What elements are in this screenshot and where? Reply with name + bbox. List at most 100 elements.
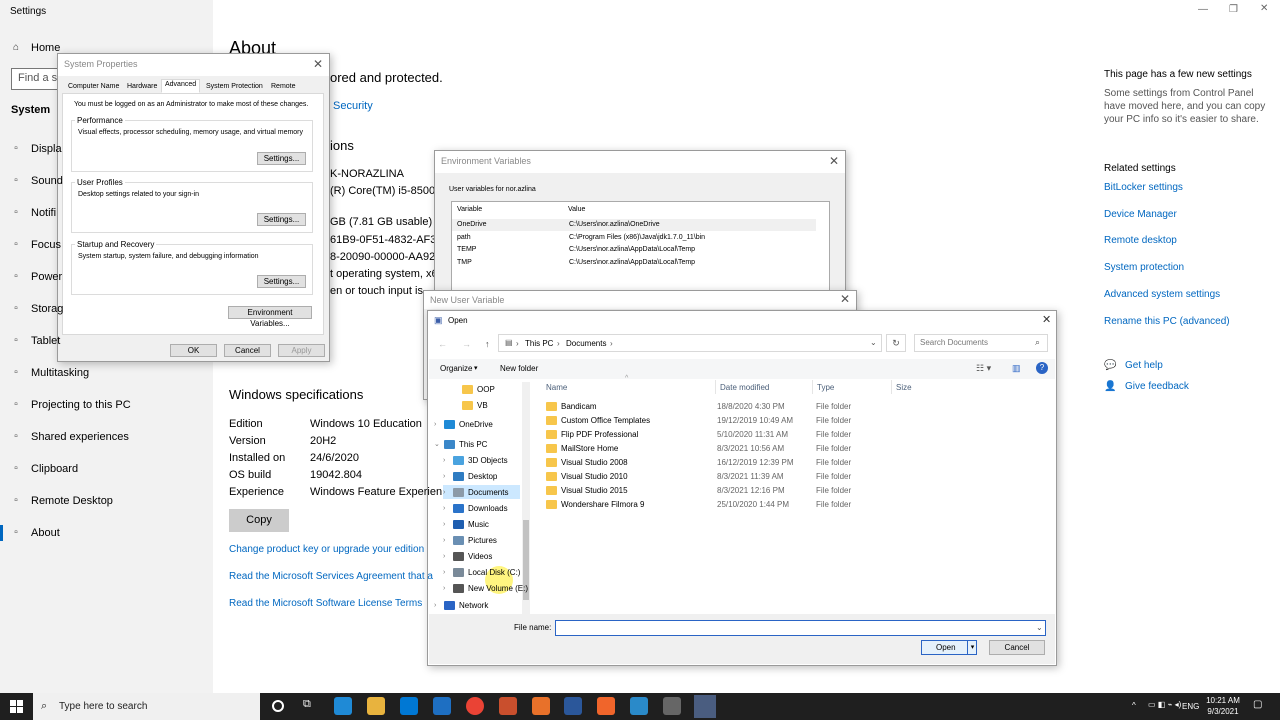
- notifications-icon[interactable]: ▢: [1253, 699, 1262, 710]
- search-documents-input[interactable]: Search Documents: [914, 334, 1048, 352]
- address-bar[interactable]: [498, 334, 882, 352]
- env-variable-name[interactable]: path: [457, 234, 471, 241]
- refresh-icon[interactable]: ↻: [886, 334, 906, 352]
- related-setting-link[interactable]: System protection: [1104, 262, 1184, 273]
- file-name-input[interactable]: [555, 620, 1046, 636]
- tree-item-onedrive[interactable]: › OneDrive: [434, 417, 493, 431]
- tree-item-this-pc[interactable]: ⌄ This PC: [434, 437, 487, 451]
- chevron-icon[interactable]: ›: [443, 585, 453, 592]
- file-explorer-icon[interactable]: [367, 697, 385, 715]
- about-link[interactable]: Read the Microsoft Software License Term…: [229, 598, 422, 609]
- sidebar-item-focus[interactable]: ▫ Focus: [0, 233, 213, 257]
- sidebar-item-displa[interactable]: ▫ Displa: [0, 137, 213, 161]
- sidebar-item-tablet[interactable]: ▫ Tablet: [0, 329, 213, 353]
- sidebar-item-projecting-to-this-pc[interactable]: ▫ Projecting to this PC: [0, 393, 213, 417]
- tree-item-music[interactable]: › Music: [443, 517, 489, 531]
- sidebar-item-shared-experiences[interactable]: ▫ Shared experiences: [0, 425, 213, 449]
- performance-settings-button[interactable]: Settings...: [257, 152, 306, 165]
- variable-column-header[interactable]: Variable: [457, 206, 482, 213]
- organize-button[interactable]: Organize: [440, 364, 472, 373]
- file-row[interactable]: Visual Studio 2015 8/3/2021 12:16 PM File …: [546, 484, 1046, 497]
- environment-variables-button[interactable]: Environment Variables...: [228, 306, 312, 328]
- user-profiles-settings-button[interactable]: Settings...: [257, 213, 306, 226]
- sidebar-item-notifi[interactable]: ▫ Notifi: [0, 201, 213, 225]
- tree-item-network[interactable]: › Network: [434, 598, 488, 612]
- tree-item-desktop[interactable]: › Desktop: [443, 469, 497, 483]
- sidebar-item-about[interactable]: ▫ About: [0, 521, 213, 545]
- type-column-header[interactable]: Type: [817, 383, 834, 392]
- forward-icon[interactable]: →: [462, 339, 471, 349]
- sidebar-item-clipboard[interactable]: ▫ Clipboard: [0, 457, 213, 481]
- close-icon[interactable]: ✕: [840, 292, 850, 306]
- cortana-icon[interactable]: [272, 700, 284, 712]
- new-folder-button[interactable]: New folder: [500, 364, 538, 373]
- env-variable-value[interactable]: C:\Users\nor.azlina\AppData\Local\Temp: [569, 246, 695, 253]
- file-row[interactable]: Custom Office Templates 19/12/2019 10:49 …: [546, 414, 1046, 427]
- apply-button[interactable]: Apply: [278, 344, 325, 357]
- clock[interactable]: 10:21 AM 9/3/2021: [1200, 695, 1246, 717]
- chevron-down-icon[interactable]: ⌄: [870, 338, 877, 347]
- chrome-icon[interactable]: [466, 697, 484, 715]
- sidebar-item-sound[interactable]: ▫ Sound: [0, 169, 213, 193]
- file-row[interactable]: Flip PDF Professional 5/10/2020 11:31 AM F…: [546, 428, 1046, 441]
- related-setting-link[interactable]: Remote desktop: [1104, 235, 1177, 246]
- up-icon[interactable]: ↑: [485, 339, 490, 349]
- chevron-icon[interactable]: ⌄: [434, 440, 444, 448]
- restore-icon[interactable]: ❐: [1229, 4, 1238, 15]
- tree-item-3d-objects[interactable]: › 3D Objects: [443, 453, 508, 467]
- related-setting-link[interactable]: Device Manager: [1104, 209, 1177, 220]
- tree-item-local-disk-c[interactable]: › Local Disk (C:): [443, 565, 520, 579]
- settings-gear-icon[interactable]: [663, 697, 681, 715]
- cancel-button[interactable]: Cancel: [989, 640, 1045, 655]
- chevron-icon[interactable]: ›: [443, 521, 453, 528]
- env-variable-name[interactable]: TMP: [457, 259, 472, 266]
- tab-hardware[interactable]: Hardware: [123, 81, 161, 93]
- chevron-icon[interactable]: ›: [443, 505, 453, 512]
- store-icon[interactable]: [400, 697, 418, 715]
- file-row[interactable]: MailStore Home 8/3/2021 10:56 AM File fold…: [546, 442, 1046, 455]
- related-setting-link[interactable]: BitLocker settings: [1104, 182, 1183, 193]
- sidebar-item-remote-desktop[interactable]: ▫ Remote Desktop: [0, 489, 213, 513]
- tree-item-new-volume-e[interactable]: › New Volume (E:): [443, 581, 528, 595]
- copy-button[interactable]: Copy: [229, 509, 289, 532]
- tray-icons[interactable]: ▭ ◧ ⌁ ◂): [1148, 700, 1181, 709]
- tree-item-pictures[interactable]: › Pictures: [443, 533, 497, 547]
- sidebar-item-multitasking[interactable]: ▫ Multitasking: [0, 361, 213, 385]
- tab-remote[interactable]: Remote: [267, 81, 300, 93]
- chevron-icon[interactable]: ›: [443, 537, 453, 544]
- minimize-icon[interactable]: —: [1198, 4, 1208, 15]
- tray-chevron-icon[interactable]: ^: [1132, 701, 1136, 710]
- close-icon[interactable]: ✕: [1042, 313, 1051, 326]
- get-help-link[interactable]: Get help: [1125, 360, 1163, 371]
- mail-icon[interactable]: [433, 697, 451, 715]
- chevron-icon[interactable]: ›: [434, 602, 444, 609]
- tree-item-oop[interactable]: OOP: [452, 382, 495, 396]
- chevron-icon[interactable]: ›: [443, 473, 453, 480]
- task-view-icon[interactable]: ⧉: [303, 698, 311, 711]
- file-row[interactable]: Visual Studio 2008 16/12/2019 12:39 PM Fil…: [546, 456, 1046, 469]
- preview-pane-icon[interactable]: ▥: [1012, 363, 1021, 374]
- size-column-header[interactable]: Size: [896, 383, 912, 392]
- tree-item-videos[interactable]: › Videos: [443, 549, 492, 563]
- help-icon[interactable]: ?: [1036, 362, 1048, 374]
- view-options-icon[interactable]: ☷ ▾: [976, 363, 991, 374]
- chevron-down-icon[interactable]: ⌄: [1036, 623, 1043, 632]
- sidebar-item-storag[interactable]: ▫ Storag: [0, 297, 213, 321]
- sidebar-item-power[interactable]: ▫ Power: [0, 265, 213, 289]
- give-feedback-link[interactable]: Give feedback: [1125, 381, 1189, 392]
- back-icon[interactable]: ←: [438, 339, 447, 349]
- word-icon[interactable]: [564, 697, 582, 715]
- file-row[interactable]: Wondershare Filmora 9 25/10/2020 1:44 PM F…: [546, 498, 1046, 511]
- cancel-button[interactable]: Cancel: [224, 344, 271, 357]
- env-variable-name[interactable]: TEMP: [457, 246, 476, 253]
- chevron-icon[interactable]: ›: [443, 457, 453, 464]
- about-link[interactable]: Read the Microsoft Services Agreement th…: [229, 571, 433, 582]
- recorder-icon[interactable]: [597, 697, 615, 715]
- env-variable-name[interactable]: OneDrive: [457, 221, 487, 228]
- value-column-header[interactable]: Value: [568, 206, 585, 213]
- taskbar-search-box[interactable]: Type here to search: [33, 693, 260, 720]
- chevron-icon[interactable]: ›: [434, 421, 444, 428]
- close-icon[interactable]: ✕: [829, 154, 839, 168]
- tree-item-documents[interactable]: › Documents: [443, 485, 520, 499]
- edge-icon[interactable]: [334, 697, 352, 715]
